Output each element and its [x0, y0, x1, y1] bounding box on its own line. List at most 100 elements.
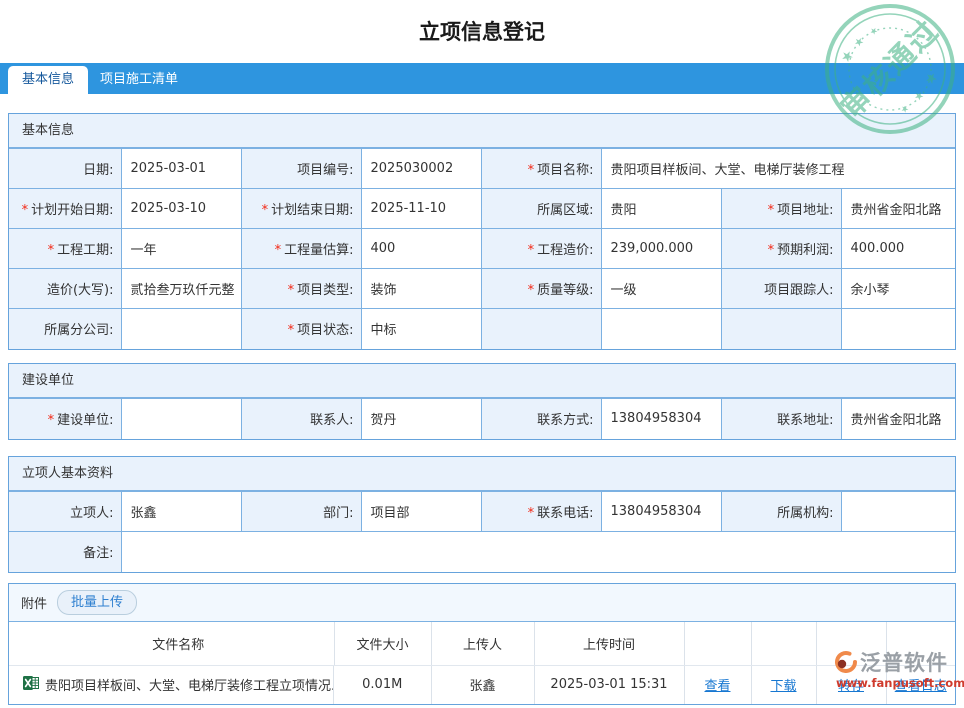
- contact-label: 联系人:: [240, 398, 362, 439]
- organization-label: 所属机构:: [720, 491, 842, 532]
- project-cost-value: 239,000.000: [600, 228, 722, 269]
- empty-cell: [720, 308, 842, 349]
- organization-value: [840, 491, 955, 532]
- section-basic-info-header: 基本信息: [9, 114, 955, 148]
- tab-basic-info[interactable]: 基本信息: [8, 66, 89, 94]
- required-asterisk: *: [527, 506, 535, 521]
- phone-label: 联系方式:: [480, 398, 602, 439]
- section-attachments: 附件 批量上传 文件名称 文件大小 上传人 上传时间 贵阳项目样板间、大堂、电梯…: [8, 583, 956, 705]
- view-log-link[interactable]: 查看日志: [895, 679, 947, 694]
- table-row: 立项人: 张鑫 部门: 项目部 * 联系电话: 13804958304 所属机构:: [9, 491, 955, 532]
- header-empty-cell: [816, 622, 887, 666]
- tab-construction-list[interactable]: 项目施工清单: [86, 66, 192, 94]
- build-unit-value: [120, 398, 242, 439]
- required-asterisk: *: [767, 243, 775, 258]
- address-label: * 项目地址:: [720, 188, 842, 229]
- quality-grade-value: 一级: [600, 268, 722, 309]
- required-asterisk: *: [527, 283, 535, 298]
- section-build-unit: 建设单位 * 建设单位: 联系人: 贺丹 联系方式: 13804958304 联系…: [8, 363, 956, 440]
- tel-value: 13804958304: [600, 491, 722, 532]
- remark-value: [120, 531, 955, 572]
- header-empty-cell: [684, 622, 752, 666]
- quantity-estimate-value: 400: [360, 228, 482, 269]
- view-link[interactable]: 查看: [704, 679, 730, 694]
- branch-value: [120, 308, 242, 349]
- quality-grade-label: * 质量等级:: [480, 268, 602, 309]
- attachment-file-size: 0.01M: [334, 665, 432, 704]
- header-empty-cell: [751, 622, 817, 666]
- region-value: 贵阳: [600, 188, 722, 229]
- duration-label: * 工程工期:: [9, 228, 122, 269]
- attachment-file-name: 贵阳项目样板间、大堂、电梯厅装修工程立项情况.: [45, 679, 334, 694]
- attachment-upload-time: 2025-03-01 15:31: [534, 665, 685, 704]
- excel-file-icon: [23, 675, 39, 695]
- required-asterisk: *: [767, 203, 775, 218]
- project-no-value: 2025030002: [360, 148, 482, 189]
- required-asterisk: *: [47, 413, 55, 429]
- table-row: 所属分公司: * 项目状态: 中标: [9, 308, 955, 349]
- empty-cell: [480, 308, 602, 349]
- section-basic-info: 基本信息 日期: 2025-03-01 项目编号: 2025030002 * 项目…: [8, 113, 956, 350]
- quantity-estimate-label: * 工程量估算:: [240, 228, 362, 269]
- table-row: * 工程工期: 一年 * 工程量估算: 400 * 工程造价: 239,000.000…: [9, 228, 955, 269]
- required-asterisk: *: [287, 323, 295, 339]
- status-value: 中标: [360, 308, 482, 349]
- required-asterisk: *: [47, 243, 55, 258]
- attachments-table: 文件名称 文件大小 上传人 上传时间 贵阳项目样板间、大堂、电梯厅装修工程立项情…: [9, 622, 955, 704]
- attachments-title: 附件: [21, 597, 48, 612]
- section-applicant: 立项人基本资料 立项人: 张鑫 部门: 项目部 * 联系电话: 138049583…: [8, 456, 956, 573]
- column-uploader: 上传人: [431, 622, 535, 666]
- attachment-action-cell: 查看: [684, 665, 752, 704]
- status-label: * 项目状态:: [240, 308, 362, 349]
- attachment-file-cell: 贵阳项目样板间、大堂、电梯厅装修工程立项情况.: [9, 665, 334, 704]
- cost-in-words-label: 造价(大写):: [9, 268, 122, 309]
- remark-label: 备注:: [9, 531, 122, 572]
- project-cost-label: * 工程造价:: [480, 228, 602, 269]
- attachment-uploader: 张鑫: [431, 665, 535, 704]
- empty-cell: [840, 308, 955, 349]
- required-asterisk: *: [261, 203, 269, 218]
- tracker-value: 余小琴: [840, 268, 955, 309]
- date-label: 日期:: [9, 148, 122, 189]
- table-row: * 建设单位: 联系人: 贺丹 联系方式: 13804958304 联系地址: 贵…: [9, 398, 955, 439]
- tab-bar: 基本信息 项目施工清单: [0, 63, 964, 94]
- attachments-header-row: 文件名称 文件大小 上传人 上传时间: [9, 622, 955, 666]
- duration-value: 一年: [120, 228, 242, 269]
- batch-upload-button[interactable]: 批量上传: [57, 590, 138, 615]
- project-type-label: * 项目类型:: [240, 268, 362, 309]
- basic-info-table: 日期: 2025-03-01 项目编号: 2025030002 * 项目名称: 贵…: [9, 148, 955, 349]
- contact-value: 贺丹: [360, 398, 482, 439]
- required-asterisk: *: [21, 203, 29, 218]
- applicant-value: 张鑫: [120, 491, 242, 532]
- address-value: 贵州省金阳北路: [840, 188, 955, 229]
- contact-addr-label: 联系地址:: [720, 398, 842, 439]
- table-row: 备注:: [9, 531, 955, 572]
- tel-label: * 联系电话:: [480, 491, 602, 532]
- column-file-size: 文件大小: [334, 622, 432, 666]
- table-row: 造价(大写): 贰拾叁万玖仟元整 * 项目类型: 装饰 * 质量等级: 一级 项目跟…: [9, 268, 955, 309]
- table-row: 日期: 2025-03-01 项目编号: 2025030002 * 项目名称: 贵…: [9, 148, 955, 189]
- section-applicant-header: 立项人基本资料: [9, 457, 955, 491]
- build-unit-table: * 建设单位: 联系人: 贺丹 联系方式: 13804958304 联系地址: 贵…: [9, 398, 955, 439]
- required-asterisk: *: [527, 163, 535, 178]
- transfer-link[interactable]: 转存: [838, 679, 864, 694]
- project-no-label: 项目编号:: [240, 148, 362, 189]
- applicant-table: 立项人: 张鑫 部门: 项目部 * 联系电话: 13804958304 所属机构:…: [9, 491, 955, 572]
- page-title: 立项信息登记: [419, 20, 545, 44]
- region-label: 所属区域:: [480, 188, 602, 229]
- attachment-action-cell: 查看日志: [886, 665, 955, 704]
- plan-start-value: 2025-03-10: [120, 188, 242, 229]
- plan-end-value: 2025-11-10: [360, 188, 482, 229]
- attachment-action-cell: 下载: [751, 665, 817, 704]
- header-empty-cell: [886, 622, 955, 666]
- department-label: 部门:: [240, 491, 362, 532]
- applicant-label: 立项人:: [9, 491, 122, 532]
- download-link[interactable]: 下载: [770, 679, 796, 694]
- build-unit-label: * 建设单位:: [9, 398, 122, 439]
- table-row: * 计划开始日期: 2025-03-10 * 计划结束日期: 2025-11-10 …: [9, 188, 955, 229]
- plan-start-label: * 计划开始日期:: [9, 188, 122, 229]
- branch-label: 所属分公司:: [9, 308, 122, 349]
- tracker-label: 项目跟踪人:: [720, 268, 842, 309]
- attachment-row: 贵阳项目样板间、大堂、电梯厅装修工程立项情况. 0.01M 张鑫 2025-03…: [9, 665, 955, 704]
- required-asterisk: *: [274, 243, 282, 258]
